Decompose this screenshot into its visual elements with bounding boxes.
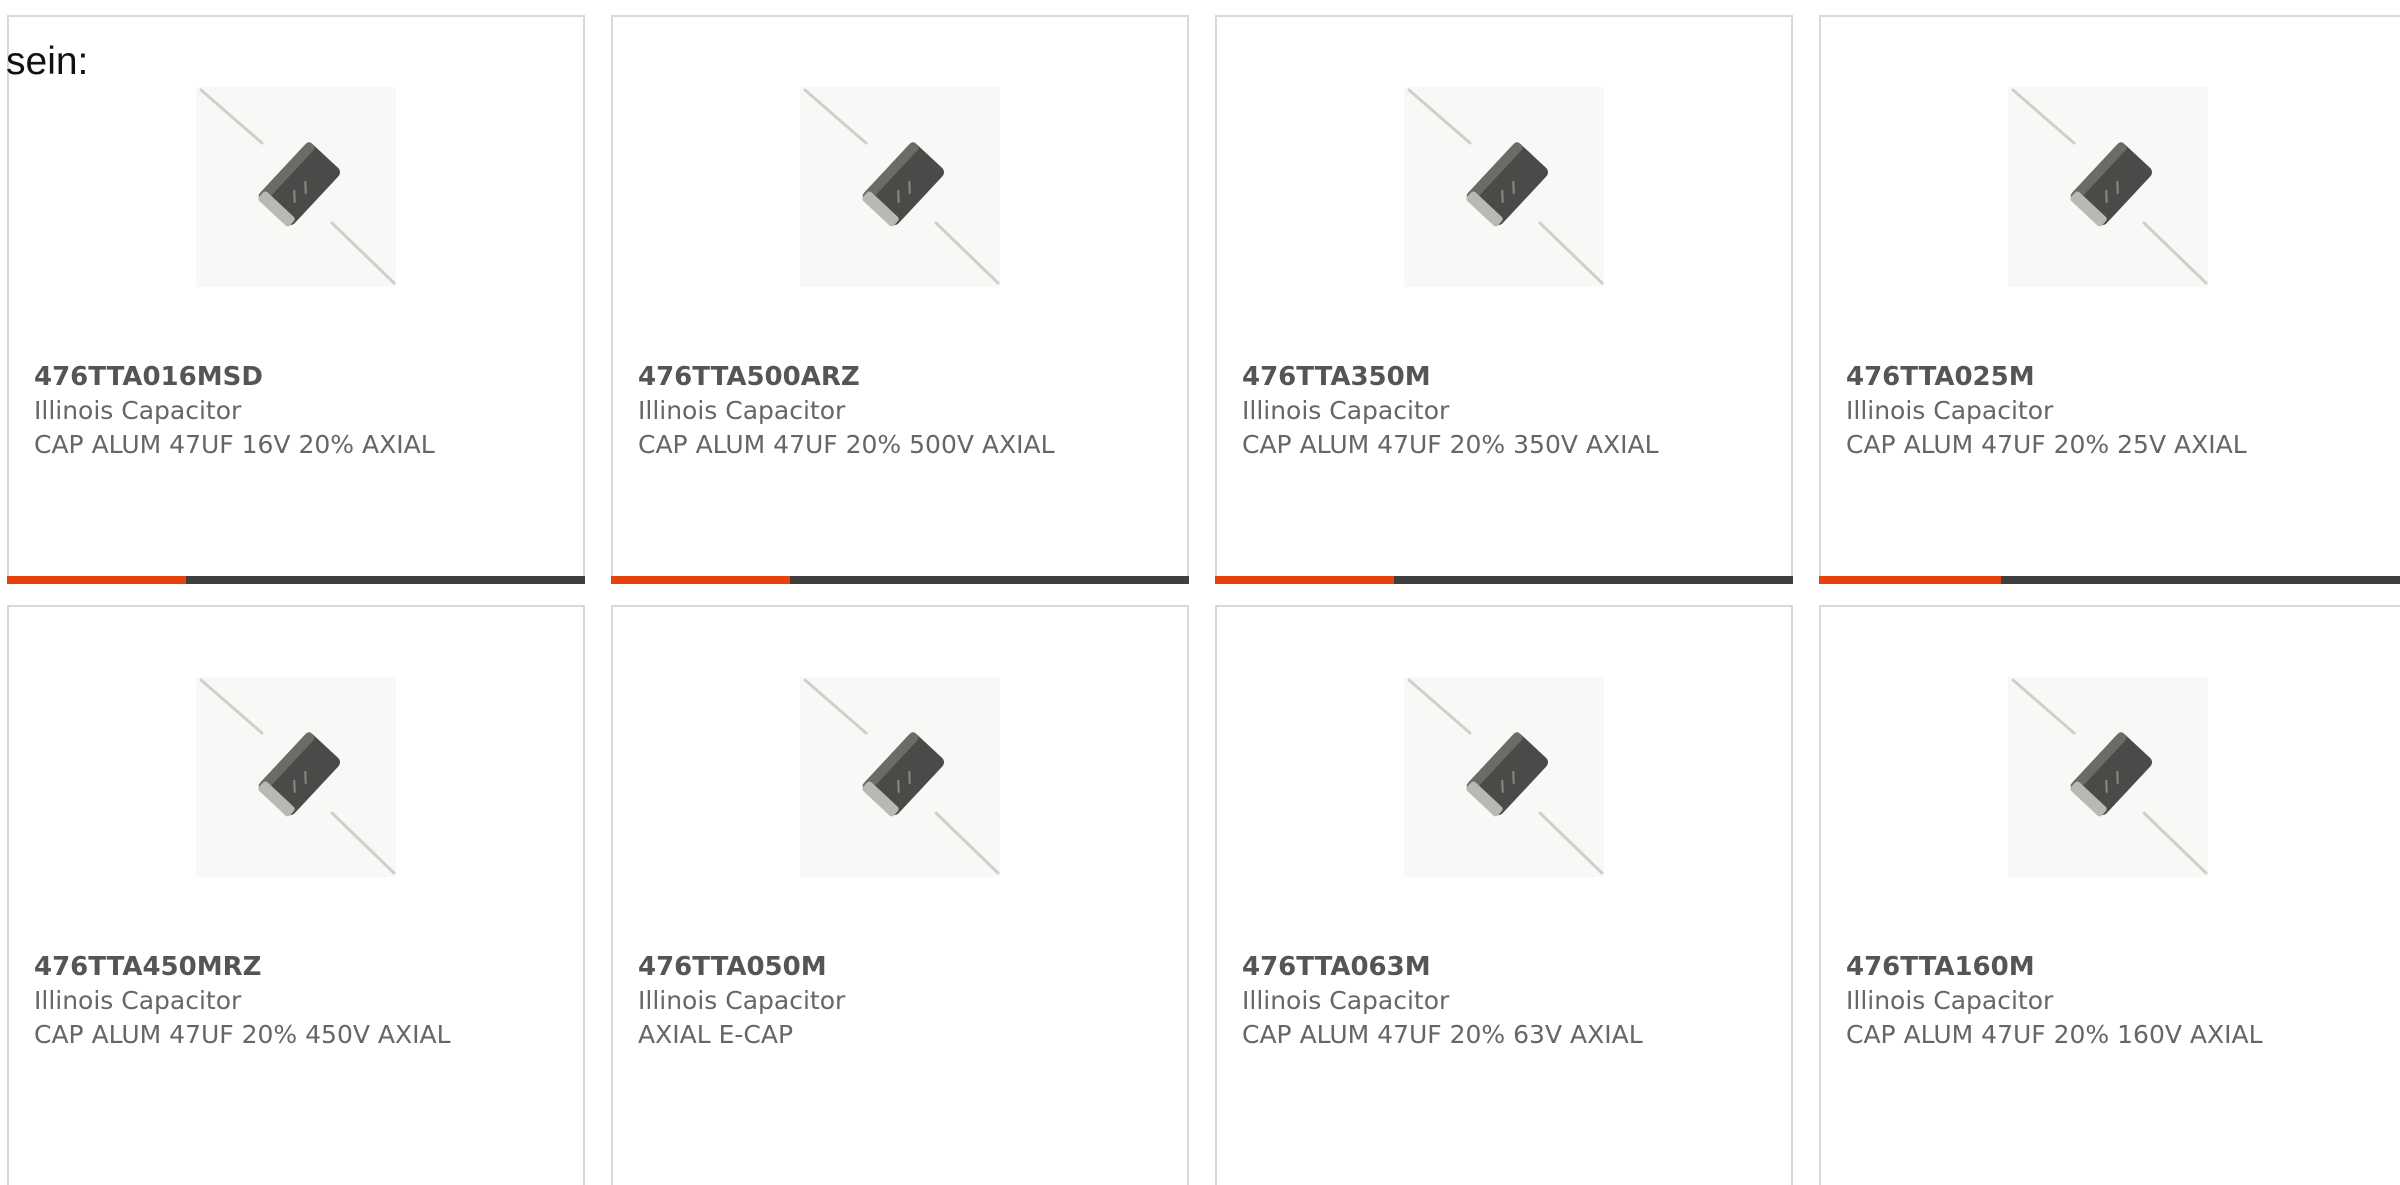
axial-capacitor-image[interactable] bbox=[1404, 87, 1604, 287]
highlight-bar bbox=[1819, 576, 2400, 584]
product-description: CAP ALUM 47UF 20% 25V AXIAL bbox=[1846, 430, 2247, 459]
product-description: CAP ALUM 47UF 20% 350V AXIAL bbox=[1242, 430, 1659, 459]
highlight-bar bbox=[1215, 576, 1793, 584]
manufacturer-name: Illinois Capacitor bbox=[1242, 396, 1450, 425]
highlight-bar-fill bbox=[611, 576, 791, 584]
highlight-bar bbox=[7, 576, 585, 584]
part-number[interactable]: 476TTA063M bbox=[1242, 950, 1431, 984]
capacitor-icon bbox=[803, 678, 1000, 875]
capacitor-icon bbox=[1407, 678, 1604, 875]
axial-capacitor-image[interactable] bbox=[2008, 677, 2208, 877]
manufacturer-name: Illinois Capacitor bbox=[1242, 986, 1450, 1015]
manufacturer-name: Illinois Capacitor bbox=[34, 396, 242, 425]
product-card[interactable]: 476TTA025M Illinois Capacitor CAP ALUM 4… bbox=[1819, 15, 2400, 584]
highlight-bar-fill bbox=[1819, 576, 2001, 584]
axial-capacitor-image[interactable] bbox=[1404, 677, 1604, 877]
product-card[interactable]: 476TTA350M Illinois Capacitor CAP ALUM 4… bbox=[1215, 15, 1793, 584]
highlight-bar-fill bbox=[7, 576, 187, 584]
part-number[interactable]: 476TTA160M bbox=[1846, 950, 2035, 984]
highlight-bar-fill bbox=[1215, 576, 1395, 584]
manufacturer-name: Illinois Capacitor bbox=[638, 986, 846, 1015]
product-card[interactable]: 476TTA050M Illinois Capacitor AXIAL E-CA… bbox=[611, 605, 1189, 1185]
capacitor-icon bbox=[803, 88, 1000, 285]
product-description: AXIAL E-CAP bbox=[638, 1020, 794, 1049]
product-description: CAP ALUM 47UF 20% 500V AXIAL bbox=[638, 430, 1055, 459]
intro-text: sein: bbox=[6, 40, 89, 83]
product-card[interactable]: 476TTA016MSD Illinois Capacitor CAP ALUM… bbox=[7, 15, 585, 584]
product-description: CAP ALUM 47UF 20% 160V AXIAL bbox=[1846, 1020, 2263, 1049]
part-number[interactable]: 476TTA016MSD bbox=[34, 360, 263, 394]
part-number[interactable]: 476TTA025M bbox=[1846, 360, 2035, 394]
capacitor-icon bbox=[199, 678, 396, 875]
axial-capacitor-image[interactable] bbox=[2008, 87, 2208, 287]
product-card[interactable]: 476TTA160M Illinois Capacitor CAP ALUM 4… bbox=[1819, 605, 2400, 1185]
product-description: CAP ALUM 47UF 20% 450V AXIAL bbox=[34, 1020, 451, 1049]
axial-capacitor-image[interactable] bbox=[196, 677, 396, 877]
manufacturer-name: Illinois Capacitor bbox=[1846, 986, 2054, 1015]
manufacturer-name: Illinois Capacitor bbox=[1846, 396, 2054, 425]
axial-capacitor-image[interactable] bbox=[800, 87, 1000, 287]
product-description: CAP ALUM 47UF 20% 63V AXIAL bbox=[1242, 1020, 1643, 1049]
product-card[interactable]: 476TTA450MRZ Illinois Capacitor CAP ALUM… bbox=[7, 605, 585, 1185]
product-description: CAP ALUM 47UF 16V 20% AXIAL bbox=[34, 430, 435, 459]
part-number[interactable]: 476TTA500ARZ bbox=[638, 360, 860, 394]
product-card[interactable]: 476TTA500ARZ Illinois Capacitor CAP ALUM… bbox=[611, 15, 1189, 584]
capacitor-icon bbox=[2011, 678, 2208, 875]
axial-capacitor-image[interactable] bbox=[800, 677, 1000, 877]
manufacturer-name: Illinois Capacitor bbox=[638, 396, 846, 425]
capacitor-icon bbox=[199, 88, 396, 285]
capacitor-icon bbox=[2011, 88, 2208, 285]
manufacturer-name: Illinois Capacitor bbox=[34, 986, 242, 1015]
axial-capacitor-image[interactable] bbox=[196, 87, 396, 287]
capacitor-icon bbox=[1407, 88, 1604, 285]
part-number[interactable]: 476TTA050M bbox=[638, 950, 827, 984]
product-card[interactable]: 476TTA063M Illinois Capacitor CAP ALUM 4… bbox=[1215, 605, 1793, 1185]
part-number[interactable]: 476TTA450MRZ bbox=[34, 950, 261, 984]
highlight-bar bbox=[611, 576, 1189, 584]
product-grid: 476TTA016MSD Illinois Capacitor CAP ALUM… bbox=[7, 15, 2400, 1185]
part-number[interactable]: 476TTA350M bbox=[1242, 360, 1431, 394]
